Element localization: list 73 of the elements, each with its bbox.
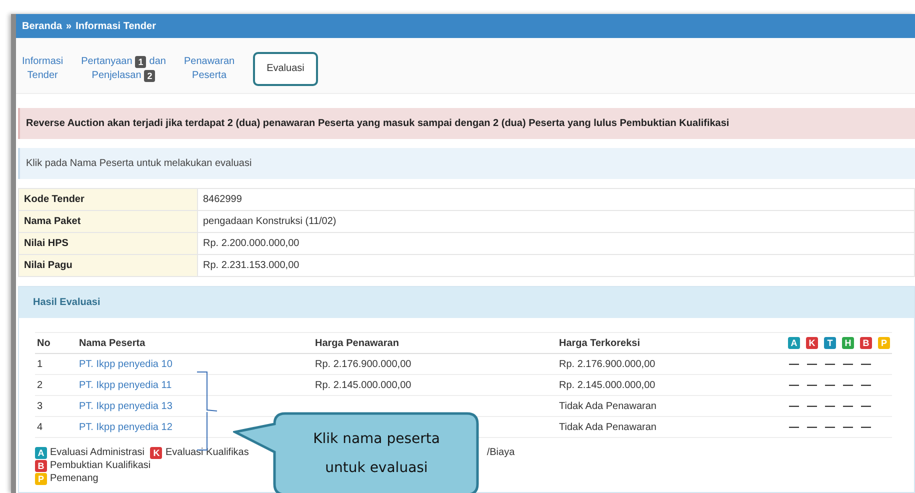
status-badge: A [788, 337, 800, 349]
status-dash: — [806, 358, 818, 370]
tab[interactable]: Pertanyaan 1 dan Penjelasan 2 [81, 52, 166, 84]
participant-link[interactable]: PT. Ikpp penyedia 11 [79, 380, 172, 390]
legend-badge: A [35, 446, 47, 458]
detail-label: Nama Paket [18, 210, 198, 232]
participant-link[interactable]: PT. Ikpp penyedia 12 [79, 422, 172, 432]
status-dash: — [860, 400, 872, 412]
info-message: Klik pada Nama Peserta untuk melakukan evaluasi [18, 148, 915, 179]
status-dash: — [860, 380, 872, 390]
legend-text: Pembuktian Kualifikasi [50, 459, 151, 472]
detail-label: Kode Tender [18, 188, 198, 210]
tab[interactable]: Evaluasi [252, 52, 318, 86]
status-badge: T [824, 337, 836, 349]
status-dash: — [788, 358, 800, 370]
table-cell: 2 [35, 374, 77, 396]
detail-value: 8462999 [198, 188, 914, 210]
status-dash: — [842, 380, 854, 390]
status-badge: H [842, 337, 854, 349]
status-dash: — [806, 400, 818, 412]
column-header: Harga Penawaran [313, 332, 557, 354]
participant-link[interactable]: PT. Ikpp penyedia 13 [79, 400, 172, 412]
breadcrumb-link[interactable]: Beranda [22, 20, 62, 32]
breadcrumb-separator: » [65, 20, 73, 32]
panel-title: Hasil Evaluasi [19, 287, 914, 318]
column-header: No [35, 332, 77, 354]
table-cell: Tidak Ada Penawaran [557, 396, 786, 416]
table-cell: Rp. 2.176.900.000,00 [315, 358, 412, 370]
table-cell: 3 [35, 396, 77, 416]
detail-value: Rp. 2.231.153.000,00 [198, 254, 914, 276]
legend-text: Evaluasi Kualifikas [165, 446, 249, 459]
status-badge: B [860, 337, 872, 349]
legend-text: /Biaya [486, 446, 515, 459]
table-cell: Rp. 2.176.900.000,00 [557, 354, 786, 374]
status-dash: — [842, 358, 854, 370]
table-cell: 1 [35, 354, 77, 374]
status-dash: — [788, 380, 800, 390]
legend-text: Pemenang [50, 472, 98, 485]
column-header: Nama Peserta [77, 332, 313, 354]
alert-message: Reverse Auction akan terjadi jika terdapat 2 (dua) penawaran Peserta yang masuk sampai dengan 2 (dua) Peserta yang lulus Pembuktian Kualifikasi [18, 108, 915, 139]
tab[interactable]: Penawaran Peserta [184, 52, 235, 84]
status-dash: — [824, 358, 836, 370]
table-cell: Rp. 2.145.000.000,00 [315, 380, 412, 390]
detail-label: Nilai HPS [18, 232, 198, 254]
status-dash: — [842, 422, 854, 432]
detail-value: Rp. 2.200.000.000,00 [198, 232, 914, 254]
status-dash: — [842, 400, 854, 412]
table-cell: Rp. 2.145.000.000,00 [557, 374, 786, 396]
status-dash: — [806, 380, 818, 390]
status-dash: — [788, 400, 800, 412]
column-header: Harga Terkoreksi [557, 332, 786, 354]
callout-text: untuk evaluasi [325, 460, 428, 477]
status-dash: — [860, 422, 872, 432]
status-badge: K [806, 337, 818, 349]
detail-label: Nilai Pagu [18, 254, 198, 276]
status-dash: — [860, 358, 872, 370]
legend-badge: P [35, 472, 47, 484]
detail-value: pengadaan Konstruksi (11/02) [198, 210, 914, 232]
table-cell: Tidak Ada Penawaran [557, 416, 786, 438]
participant-link[interactable]: PT. Ikpp penyedia 10 [79, 358, 172, 370]
status-dash: — [824, 422, 836, 432]
tab[interactable]: Informasi Tender [22, 52, 64, 84]
status-dash: — [806, 422, 818, 432]
table-cell: 4 [35, 416, 77, 438]
status-dash: — [788, 422, 800, 432]
breadcrumb-current: Informasi Tender [76, 20, 156, 32]
callout-text: Klik nama peserta [313, 431, 440, 448]
legend-badge: B [35, 460, 47, 472]
status-dash: — [824, 400, 836, 412]
status-dash: — [824, 380, 836, 390]
legend-badge: K [150, 446, 162, 458]
legend-text: Evaluasi Administrasi [50, 446, 144, 459]
status-badge: P [878, 337, 890, 349]
